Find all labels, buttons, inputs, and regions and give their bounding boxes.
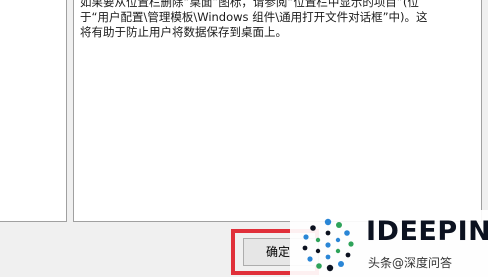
watermark-source: 头条@深度问答 bbox=[368, 256, 453, 270]
help-text-line-3: 将有助于防止用户将数据保存到桌面上。 bbox=[80, 25, 287, 39]
ideepin-logo-icon bbox=[302, 218, 354, 272]
watermark-brand: IDEEPIN bbox=[366, 216, 488, 247]
policy-dialog: 如果要从位置栏删除“桌面”图标，请参阅“位置栏中显示的项目”(位 于“用户配置\… bbox=[0, 0, 488, 277]
help-description-pane: 如果要从位置栏删除“桌面”图标，请参阅“位置栏中显示的项目”(位 于“用户配置\… bbox=[73, 0, 482, 222]
watermark: IDEEPIN 头条@深度问答 bbox=[290, 210, 488, 277]
help-text-line-2: 于“用户配置\管理模板\Windows 组件\通用打开文件对话框”中)。这 bbox=[80, 10, 428, 24]
help-text-line-1: 如果要从位置栏删除“桌面”图标，请参阅“位置栏中显示的项目”(位 bbox=[80, 0, 419, 9]
settings-list-pane bbox=[0, 0, 67, 222]
